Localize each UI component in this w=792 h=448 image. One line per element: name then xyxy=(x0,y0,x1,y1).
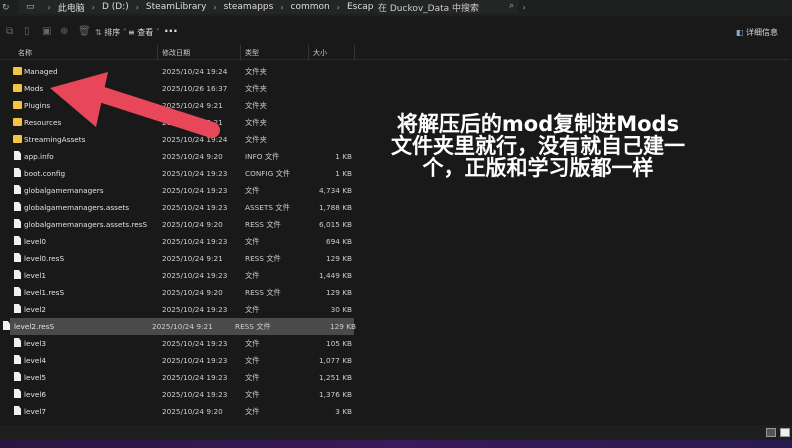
red-arrow-annotation xyxy=(50,72,220,138)
caption-overlay: 将解压后的mod复制进Mods文件夹里就行，没有就自己建一个，正版和学习版都一样 xyxy=(391,112,685,180)
thumbnail-view-icon[interactable] xyxy=(780,428,790,437)
status-bar xyxy=(0,425,792,440)
details-view-icon[interactable] xyxy=(766,428,776,437)
taskbar xyxy=(0,440,792,448)
